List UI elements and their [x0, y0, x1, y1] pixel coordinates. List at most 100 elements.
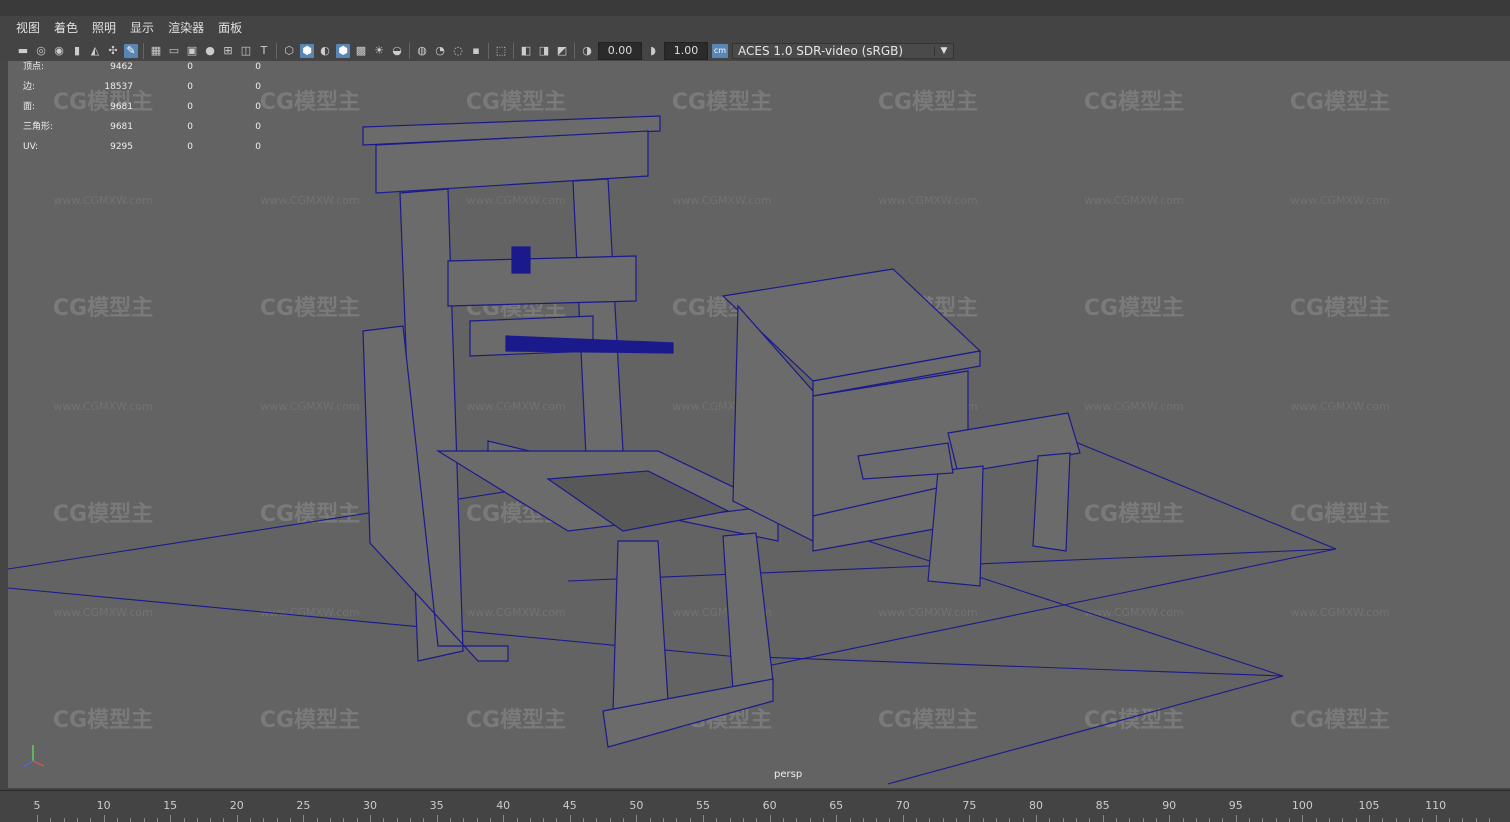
depth-of-field-icon[interactable]: ▪	[469, 44, 483, 58]
watermark-logo: CG模型主	[1290, 708, 1390, 733]
timeline-tick-label: 40	[496, 799, 511, 812]
gamma-icon[interactable]: ◗	[646, 44, 660, 58]
watermark-logo: CG模型主	[260, 90, 360, 115]
gamma-field[interactable]: 1.00	[664, 41, 708, 60]
menu-show[interactable]: 显示	[123, 16, 161, 40]
gate-mask-icon[interactable]: ●	[203, 44, 217, 58]
grease-pencil-icon[interactable]: ✎	[124, 43, 138, 58]
timeline-tick	[1022, 818, 1024, 822]
viewport-3d[interactable]: CG模型主 www.CGMXW.com CG模型主 www.CGMXW.com CG模型…	[8, 61, 1510, 788]
time-slider[interactable]: 5 10 15 20 25 30 35 40 45 50 55 60 65 70 75 80 85 90 95 100…	[0, 790, 1510, 822]
timeline-tick-label: 35	[429, 799, 444, 812]
wireframe-on-shaded-icon[interactable]: ⬢	[336, 43, 350, 58]
timeline-tick	[623, 818, 625, 822]
timeline-tick	[210, 818, 212, 822]
hud-value: 0	[255, 142, 261, 152]
shadow-icon[interactable]: ◒	[390, 44, 404, 58]
viewport-canvas: CG模型主 www.CGMXW.com CG模型主 www.CGMXW.com CG模型…	[8, 90, 1390, 785]
watermark-url: www.CGMXW.com	[1290, 400, 1389, 413]
wireframe-icon[interactable]: ⬡	[282, 44, 296, 58]
grid-icon[interactable]: ▦	[149, 44, 163, 58]
watermark-logo: CG模型主	[53, 296, 153, 321]
timeline-tick-label: 10	[96, 799, 111, 812]
ambient-occlusion-icon[interactable]: ◍	[415, 44, 429, 58]
timeline-tick	[822, 818, 824, 822]
timeline-tick	[1009, 818, 1011, 822]
menu-renderer[interactable]: 渲染器	[161, 16, 211, 40]
left-strip	[0, 61, 8, 788]
poly-count-hud: 顶点: 9462 0 0 边: 18537 0 0 面: 9681 0 0 三角…	[23, 61, 261, 161]
textured-icon[interactable]: ▩	[354, 44, 368, 58]
timeline-tick-label: 90	[1162, 799, 1177, 812]
timeline-tick-label: 55	[696, 799, 710, 812]
exposure-field[interactable]: 0.00	[598, 41, 642, 60]
menu-view[interactable]: 视图	[9, 16, 47, 40]
hud-value: 0	[187, 102, 193, 112]
watermark-logo: CG模型主	[878, 90, 978, 115]
timeline-tick	[290, 818, 292, 822]
timeline-tick	[942, 818, 944, 822]
toolbar-separator	[409, 42, 410, 59]
watermark-logo: CG模型主	[1290, 90, 1390, 115]
isolate-icon[interactable]: ⬚	[494, 44, 508, 58]
timeline-tick-label: 5	[33, 799, 41, 812]
timeline-tick	[716, 818, 718, 822]
menu-lighting[interactable]: 照明	[85, 16, 123, 40]
watermark-url: www.CGMXW.com	[672, 194, 771, 207]
watermark-logo: CG模型主	[672, 90, 772, 115]
timeline-tick	[423, 818, 425, 822]
resolution-gate-icon[interactable]: ▣	[185, 44, 199, 58]
timeline-tick	[116, 818, 118, 822]
watermark-logo: CG模型主	[260, 502, 360, 527]
color-space-select[interactable]: ACES 1.0 SDR-video (sRGB) ▼	[732, 42, 954, 59]
camera-tool-icon[interactable]: ◉	[52, 44, 66, 58]
light-icon[interactable]: ☀	[372, 44, 386, 58]
hud-value: 18537	[104, 82, 133, 92]
field-chart-icon[interactable]: ⊞	[221, 44, 235, 58]
press-leg-front-left	[612, 540, 669, 712]
timeline-tick	[649, 818, 651, 822]
timeline-tick	[276, 818, 278, 822]
xray-joint-icon[interactable]: ◨	[537, 44, 551, 58]
timeline-tick	[1129, 818, 1131, 822]
timeline-tick	[1315, 818, 1317, 822]
safe-title-icon[interactable]: T	[257, 44, 271, 58]
default-material-icon[interactable]: ◐	[318, 44, 332, 58]
press-upper-rail	[447, 255, 637, 307]
watermark-layer: CG模型主 www.CGMXW.com CG模型主 www.CGMXW.com CG模型…	[53, 90, 1390, 733]
motion-blur-icon[interactable]: ◔	[433, 44, 447, 58]
exposure-icon[interactable]: ◑	[580, 44, 594, 58]
camera-attr-icon[interactable]: ◎	[34, 44, 48, 58]
bookmark-icon[interactable]: ▮	[70, 44, 84, 58]
menu-shading[interactable]: 着色	[47, 16, 85, 40]
timeline-tick	[1275, 818, 1277, 822]
timeline-tick	[876, 818, 878, 822]
2d-pan-icon[interactable]: ✣	[106, 44, 120, 58]
multisample-icon[interactable]: ◌	[451, 44, 465, 58]
safe-action-icon[interactable]: ◫	[239, 44, 253, 58]
timeline-tick	[689, 818, 691, 822]
backface-icon[interactable]: ◩	[555, 44, 569, 58]
hud-row-uvs: UV: 9295 0 0	[23, 141, 261, 161]
xray-icon[interactable]: ◧	[519, 44, 533, 58]
hud-value: 9295	[110, 142, 133, 152]
timeline-tick	[156, 818, 158, 822]
timeline-tick	[1089, 818, 1091, 822]
timeline-tick	[1049, 818, 1051, 822]
camera-icon[interactable]: ▬	[16, 44, 30, 58]
film-gate-icon[interactable]: ▭	[167, 44, 181, 58]
timeline-tick	[1382, 818, 1384, 822]
hud-value: 0	[187, 142, 193, 152]
press-leg-front-right	[722, 532, 774, 692]
timeline-tick	[1062, 818, 1064, 822]
image-plane-icon[interactable]: ◭	[88, 44, 102, 58]
timeline-tick	[489, 818, 491, 822]
timeline-tick	[596, 818, 598, 822]
smooth-shade-icon[interactable]: ⬢	[300, 43, 314, 58]
color-management-icon[interactable]: cm	[712, 43, 728, 58]
menu-panels[interactable]: 面板	[211, 16, 249, 40]
watermark-url: www.CGMXW.com	[466, 606, 565, 619]
hud-value: 0	[187, 122, 193, 132]
timeline-tick	[1488, 818, 1490, 822]
timeline-tick	[849, 818, 851, 822]
